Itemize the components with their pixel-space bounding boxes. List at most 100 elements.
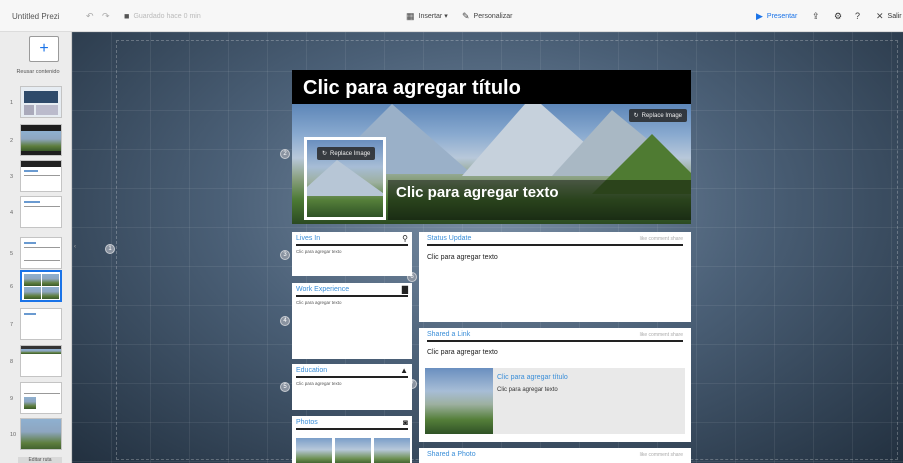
card-title: Lives In: [296, 235, 321, 242]
editor-canvas[interactable]: ‹ 1 2 3 4 5 6 7 Clic para agregar título…: [72, 32, 903, 463]
photo-thumbnail[interactable]: [335, 438, 371, 463]
path-marker[interactable]: 3: [280, 250, 290, 260]
card-title: Work Experience: [296, 286, 350, 293]
card-title: Shared a Link: [427, 331, 471, 338]
insert-menu[interactable]: ▦ Insertar ▾: [406, 0, 448, 32]
slide-thumb[interactable]: 10: [0, 418, 71, 456]
present-label: Presentar: [766, 12, 798, 20]
slide-thumb[interactable]: 4: [0, 196, 71, 234]
photos-card[interactable]: Photos ◙: [292, 416, 412, 463]
reuse-content-link[interactable]: Reusar contenido: [6, 69, 70, 75]
add-frame-button[interactable]: +: [29, 36, 59, 62]
help-icon[interactable]: ?: [855, 0, 860, 32]
post-actions[interactable]: like comment share: [640, 236, 683, 242]
redo-icon[interactable]: ↷: [102, 0, 110, 32]
refresh-icon: ↻: [633, 113, 639, 119]
path-marker[interactable]: 2: [280, 149, 290, 159]
collapse-sidebar-icon[interactable]: ‹: [74, 244, 80, 254]
card-header: Lives In ⚲: [296, 234, 408, 246]
card-body[interactable]: Clic para agregar texto: [296, 381, 342, 386]
work-experience-card[interactable]: Work Experience ▇ Clic para agregar text…: [292, 283, 412, 359]
education-card[interactable]: Education ▲ Clic para agregar texto: [292, 364, 412, 410]
path-marker[interactable]: 4: [280, 316, 290, 326]
thumb-preview: [20, 418, 62, 450]
slide-thumb[interactable]: 3: [0, 160, 71, 198]
post-actions[interactable]: like comment share: [640, 452, 683, 458]
undo-icon[interactable]: ↶: [86, 0, 94, 32]
slide-thumb[interactable]: 9: [0, 382, 71, 420]
card-body[interactable]: Clic para agregar texto: [296, 249, 342, 254]
card-title: Education: [296, 367, 328, 374]
thumb-preview: [20, 382, 62, 414]
header-text[interactable]: Clic para agregar texto: [396, 184, 559, 201]
link-preview[interactable]: Clic para agregar título Clic para agreg…: [425, 368, 685, 434]
slide-number: 5: [10, 251, 14, 257]
photo-thumbnail[interactable]: [296, 438, 332, 463]
document-title[interactable]: Untitled Prezi: [12, 0, 60, 32]
status-text[interactable]: Clic para agregar texto: [427, 254, 498, 261]
card-header: Education ▲: [296, 366, 408, 378]
play-icon: ▶: [756, 10, 763, 21]
save-status-text: Guardado hace 0 min: [133, 12, 201, 20]
slide-thumb[interactable]: 2: [0, 124, 71, 162]
gear-icon[interactable]: ⚙: [834, 0, 842, 32]
slide-number: 4: [10, 210, 14, 216]
slide-content: Clic para agregar título ↻ Replace Image…: [292, 70, 691, 463]
card-body[interactable]: Clic para agregar texto: [296, 300, 342, 305]
replace-banner-image-button[interactable]: ↻ Replace Image: [628, 109, 687, 122]
path-marker[interactable]: 5: [280, 382, 290, 392]
card-header: Shared a Photo like comment share: [427, 451, 683, 462]
status-update-card[interactable]: Status Update like comment share Clic pa…: [419, 232, 691, 322]
lives-in-card[interactable]: Lives In ⚲ Clic para agregar texto: [292, 232, 412, 276]
edit-path-button[interactable]: Editar ruta: [18, 457, 62, 463]
chevron-down-icon: ▾: [444, 13, 448, 20]
slide-sidebar: + Reusar contenido 1 2 3 4 5 6 7 8 9 10 …: [0, 32, 72, 463]
replace-image-label: Replace Image: [641, 112, 682, 119]
customize-label: Personalizar: [473, 12, 513, 20]
header-section: Clic para agregar título ↻ Replace Image…: [292, 70, 691, 224]
thumb-preview: [20, 86, 62, 118]
camera-icon: ◙: [403, 418, 408, 427]
slide-number: 10: [10, 432, 17, 438]
exit-button[interactable]: ✕ Salir: [876, 0, 902, 32]
slide-thumb[interactable]: 7: [0, 308, 71, 346]
close-icon: ✕: [876, 10, 884, 21]
slide-thumb[interactable]: 1: [0, 86, 71, 124]
slide-number: 9: [10, 396, 14, 402]
slide-number: 1: [10, 100, 14, 106]
thumb-preview: [20, 196, 62, 228]
brush-icon: ✎: [462, 10, 470, 21]
slide-title[interactable]: Clic para agregar título: [303, 77, 521, 100]
slide-number: 3: [10, 174, 14, 180]
link-preview-text[interactable]: Clic para agregar texto: [497, 387, 558, 393]
link-preview-image: [425, 368, 493, 434]
post-actions[interactable]: like comment share: [640, 332, 683, 338]
exit-label: Salir: [887, 12, 902, 20]
profile-image[interactable]: ↻ Replace Image: [304, 137, 386, 220]
card-header: Photos ◙: [296, 418, 408, 430]
briefcase-icon: ▇: [401, 285, 408, 294]
card-title: Photos: [296, 419, 318, 426]
shared-link-card[interactable]: Shared a Link like comment share Clic pa…: [419, 328, 691, 442]
slide-number: 7: [10, 322, 14, 328]
card-header: Work Experience ▇: [296, 285, 408, 297]
link-preview-title[interactable]: Clic para agregar título: [497, 374, 568, 381]
slide-thumb[interactable]: 6: [0, 270, 71, 308]
graduation-cap-icon: ▲: [400, 366, 408, 375]
thumb-preview: [20, 345, 62, 377]
save-icon: ■: [124, 11, 130, 21]
card-header: Status Update like comment share: [427, 235, 683, 246]
present-button[interactable]: ▶ Presentar: [756, 0, 797, 32]
card-title: Status Update: [427, 235, 472, 242]
slide-number: 2: [10, 138, 14, 144]
customize-button[interactable]: ✎ Personalizar: [462, 0, 512, 32]
shared-link-text[interactable]: Clic para agregar texto: [427, 349, 498, 356]
photo-thumbnail[interactable]: [374, 438, 410, 463]
path-marker[interactable]: 1: [105, 244, 115, 254]
thumb-preview: [20, 237, 62, 269]
share-icon[interactable]: ⇪: [812, 0, 820, 32]
slide-thumb[interactable]: 8: [0, 345, 71, 383]
shared-photo-card[interactable]: Shared a Photo like comment share: [419, 448, 691, 463]
replace-profile-image-button[interactable]: ↻ Replace Image: [317, 147, 376, 160]
slide-number: 6: [10, 284, 14, 290]
